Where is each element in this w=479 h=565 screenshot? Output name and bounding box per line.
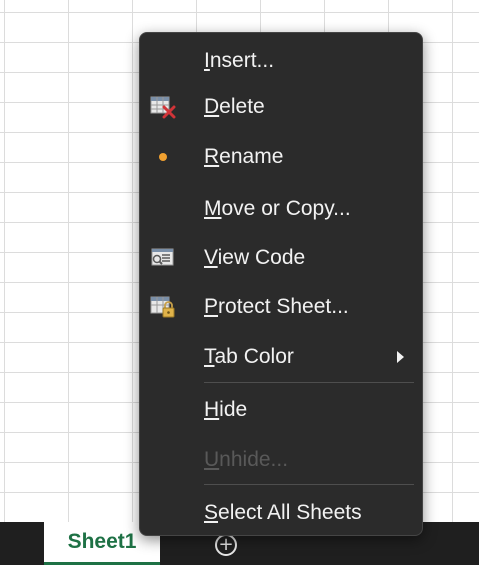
menu-item-label: Delete bbox=[204, 95, 265, 118]
menu-item-unhide: Unhide... bbox=[140, 438, 422, 482]
menu-item-insert[interactable]: Insert... bbox=[140, 39, 422, 83]
menu-item-label: Unhide... bbox=[204, 448, 289, 471]
menu-item-tab-color[interactable]: Tab Color bbox=[140, 335, 422, 379]
menu-item-rename[interactable]: Rename bbox=[140, 135, 422, 179]
menu-item-label: Hide bbox=[204, 398, 248, 421]
menu-item-label: Move or Copy... bbox=[204, 197, 351, 220]
menu-item-view-code[interactable]: View Code bbox=[140, 236, 422, 280]
view-code-icon bbox=[150, 246, 176, 270]
menu-item-hide[interactable]: Hide bbox=[140, 388, 422, 432]
menu-separator bbox=[204, 382, 414, 383]
rename-dot-icon bbox=[150, 145, 176, 169]
sheet-tab-label: Sheet1 bbox=[67, 530, 137, 553]
submenu-arrow-icon bbox=[397, 351, 404, 363]
menu-item-delete[interactable]: Delete bbox=[140, 85, 422, 129]
menu-item-label: Select All Sheets bbox=[204, 501, 362, 524]
menu-item-label: Protect Sheet... bbox=[204, 295, 349, 318]
menu-item-move-or-copy[interactable]: Move or Copy... bbox=[140, 187, 422, 231]
menu-item-label: Tab Color bbox=[204, 345, 294, 368]
sheet-context-menu: Insert... Delete Rename Move or Copy... bbox=[139, 32, 423, 536]
menu-item-label: View Code bbox=[204, 246, 306, 269]
menu-separator bbox=[204, 484, 414, 485]
delete-sheet-icon bbox=[150, 95, 176, 119]
menu-item-label: Rename bbox=[204, 145, 284, 168]
add-sheet-icon[interactable]: + bbox=[215, 534, 237, 556]
menu-item-select-all-sheets[interactable]: Select All Sheets bbox=[140, 491, 422, 535]
protect-sheet-icon bbox=[150, 295, 176, 319]
menu-item-label: Insert... bbox=[204, 49, 275, 72]
menu-item-protect-sheet[interactable]: Protect Sheet... bbox=[140, 285, 422, 329]
